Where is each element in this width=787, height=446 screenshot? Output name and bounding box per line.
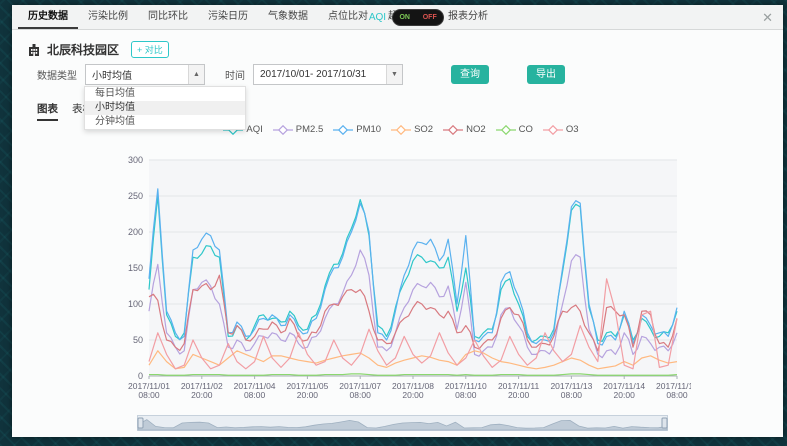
datazoom-handle-right[interactable] xyxy=(662,418,667,428)
nav-right: AQI ON OFF ✕ xyxy=(369,5,783,29)
station-header: 北辰科技园区 + 对比 xyxy=(27,41,169,58)
legend-label: NO2 xyxy=(466,124,486,135)
line-chart: 0501001502002503002017/11/0108:002017/11… xyxy=(105,146,691,417)
data-type-value: 小时均值 xyxy=(86,67,138,82)
compare-button[interactable]: + 对比 xyxy=(131,41,169,58)
legend-item-so2[interactable]: SO2 xyxy=(391,124,433,135)
legend-marker-icon xyxy=(391,125,411,135)
data-type-label: 数据类型 xyxy=(37,67,77,82)
aqi-toggle-label: AQI xyxy=(369,12,386,23)
data-type-dropdown: 每日均值小时均值分钟均值 xyxy=(84,86,246,130)
legend-marker-icon xyxy=(273,125,293,135)
legend-item-co[interactable]: CO xyxy=(496,124,533,135)
dropdown-option-1[interactable]: 每日均值 xyxy=(85,87,245,101)
legend-label: CO xyxy=(519,124,533,135)
x-tick-time: 08:00 xyxy=(561,390,583,400)
time-range-select[interactable]: 2017/10/01- 2017/10/31 ▼ xyxy=(253,64,403,85)
datazoom-slider[interactable] xyxy=(137,415,668,438)
time-range-value: 2017/10/01- 2017/10/31 xyxy=(254,69,372,80)
y-tick-label: 0 xyxy=(138,371,143,381)
nav-tab-4[interactable]: 污染日历 xyxy=(198,5,258,29)
legend-label: SO2 xyxy=(414,124,433,135)
chart-canvas: 0501001502002503002017/11/0108:002017/11… xyxy=(105,146,691,412)
close-icon[interactable]: ✕ xyxy=(762,11,773,24)
datazoom-handle-left[interactable] xyxy=(138,418,143,428)
x-tick-time: 08:00 xyxy=(666,390,688,400)
x-tick-time: 08:00 xyxy=(244,390,266,400)
y-tick-label: 50 xyxy=(133,335,143,345)
y-tick-label: 300 xyxy=(128,155,143,165)
chevron-up-icon: ▲ xyxy=(188,65,204,84)
view-tab-1[interactable]: 图表 xyxy=(37,101,58,121)
y-tick-label: 100 xyxy=(128,299,143,309)
x-tick-time: 20:00 xyxy=(402,390,424,400)
nav-tab-5[interactable]: 气象数据 xyxy=(258,5,318,29)
chevron-down-icon: ▼ xyxy=(386,65,402,84)
x-tick-time: 20:00 xyxy=(191,390,213,400)
aqi-toggle-switch[interactable]: ON OFF xyxy=(392,9,444,26)
data-type-select[interactable]: 小时均值 ▲ xyxy=(85,64,205,85)
legend-marker-icon xyxy=(496,125,516,135)
export-button[interactable]: 导出 xyxy=(527,65,565,84)
building-icon xyxy=(27,43,41,57)
legend-marker-icon xyxy=(443,125,463,135)
time-label: 时间 xyxy=(225,67,245,82)
x-tick-time: 08:00 xyxy=(455,390,477,400)
nav-tab-2[interactable]: 污染比例 xyxy=(78,5,138,29)
legend-label: AQI xyxy=(246,124,262,135)
toggle-off-label: OFF xyxy=(423,14,437,21)
legend-marker-icon xyxy=(333,125,353,135)
x-tick-time: 20:00 xyxy=(614,390,636,400)
dropdown-option-2[interactable]: 小时均值 xyxy=(85,101,245,115)
nav-tab-1[interactable]: 历史数据 xyxy=(18,5,78,29)
x-tick-time: 20:00 xyxy=(508,390,530,400)
legend-item-no2[interactable]: NO2 xyxy=(443,124,486,135)
legend-label: PM2.5 xyxy=(296,124,323,135)
legend-item-o3[interactable]: O3 xyxy=(543,124,579,135)
y-tick-label: 250 xyxy=(128,191,143,201)
datazoom-canvas[interactable] xyxy=(137,415,668,433)
nav-tab-3[interactable]: 同比环比 xyxy=(138,5,198,29)
app-screen: 历史数据污染比例同比环比污染日历气象数据点位比对超标统计报表分析 AQI ON … xyxy=(0,0,787,446)
filter-row: 数据类型 小时均值 ▲ 时间 2017/10/01- 2017/10/31 ▼ … xyxy=(37,64,565,85)
y-tick-label: 200 xyxy=(128,227,143,237)
x-tick-time: 20:00 xyxy=(297,390,319,400)
x-tick-time: 08:00 xyxy=(350,390,372,400)
top-nav: 历史数据污染比例同比环比污染日历气象数据点位比对超标统计报表分析 AQI ON … xyxy=(12,5,783,30)
toggle-on-label: ON xyxy=(399,14,410,21)
history-data-panel: 历史数据污染比例同比环比污染日历气象数据点位比对超标统计报表分析 AQI ON … xyxy=(12,5,783,437)
dropdown-option-3[interactable]: 分钟均值 xyxy=(85,115,245,129)
x-tick-time: 08:00 xyxy=(138,390,160,400)
legend-item-pm2_5[interactable]: PM2.5 xyxy=(273,124,323,135)
legend-item-pm10[interactable]: PM10 xyxy=(333,124,381,135)
legend-label: PM10 xyxy=(356,124,381,135)
legend-marker-icon xyxy=(543,125,563,135)
station-name: 北辰科技园区 xyxy=(47,41,119,58)
query-button[interactable]: 查询 xyxy=(451,65,489,84)
y-tick-label: 150 xyxy=(128,263,143,273)
legend-label: O3 xyxy=(566,124,579,135)
